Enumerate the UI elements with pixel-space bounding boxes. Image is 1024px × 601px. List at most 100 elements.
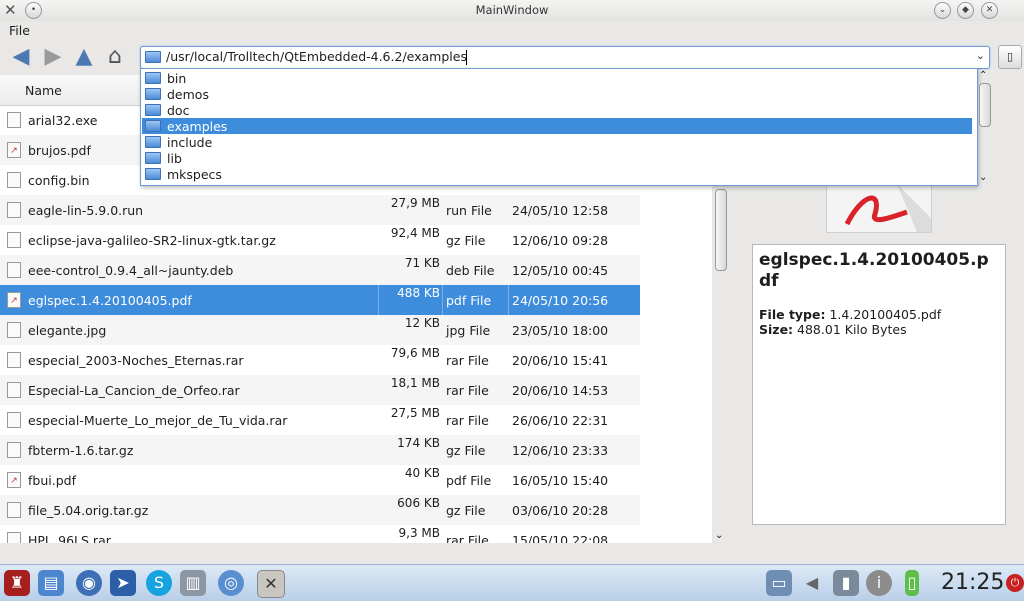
file-date: 24/05/10 12:58	[512, 203, 609, 218]
file-name: file_5.04.orig.tar.gz	[28, 503, 149, 518]
table-row[interactable]: elegante.jpg 12 KB jpg File 23/05/10 18:00	[0, 315, 640, 345]
run-icon	[7, 202, 21, 218]
folder-icon	[145, 136, 161, 148]
pdf-icon	[827, 184, 931, 232]
taskbar: ♜ ▤ ◉ ➤ S ▥ ◎ ✕ ▭ ◀ ▮ i ▯ 21:25 ⏻	[0, 564, 1024, 601]
dropdown-item-label: examples	[167, 119, 228, 134]
dropdown-item-examples[interactable]: examples	[142, 118, 972, 134]
file-type: rar File	[446, 383, 489, 398]
file-type: gz File	[446, 233, 486, 248]
table-row[interactable]: especial-Muerte_Lo_mejor_de_Tu_vida.rar 2…	[0, 405, 640, 435]
file-size: 12 KB	[404, 316, 440, 330]
file-date: 23/05/10 18:00	[512, 323, 609, 338]
table-row[interactable]: Especial-La_Cancion_de_Orfeo.rar 18,1 MB r…	[0, 375, 640, 405]
name-column-header[interactable]: Name	[25, 83, 62, 98]
file-name: eagle-lin-5.9.0.run	[28, 203, 144, 218]
table-row[interactable]: file_5.04.orig.tar.gz 606 KB gz File 03/06/…	[0, 495, 640, 525]
dropdown-scrollbar[interactable]: ⌃ ⌄	[976, 68, 992, 184]
close-button[interactable]: ✕	[981, 2, 998, 19]
expand-tray-icon[interactable]: ◀	[805, 570, 819, 596]
back-arrow-icon[interactable]: ◀	[8, 44, 34, 70]
scroll-down-icon[interactable]: ⌄	[979, 172, 987, 183]
file-name: brujos.pdf	[28, 143, 91, 158]
home-folder-icon[interactable]: ▤	[38, 570, 64, 596]
chevron-down-icon[interactable]: ⌄	[976, 49, 985, 62]
size-label: Size:	[759, 322, 794, 337]
file-size: 27,5 MB	[390, 406, 440, 420]
scrollbar-thumb[interactable]	[715, 189, 727, 271]
scroll-down-icon[interactable]: ⌄	[715, 530, 723, 541]
folder-icon	[145, 88, 161, 100]
menu-file[interactable]: File	[9, 23, 30, 38]
text-cursor	[466, 50, 467, 65]
scroll-up-icon[interactable]: ⌃	[979, 70, 987, 81]
table-row[interactable]: especial_2003-Noches_Eternas.rar 79,6 MB r…	[0, 345, 640, 375]
table-row[interactable]: fbterm-1.6.tar.gz 174 KB gz File 12/06/10 2…	[0, 435, 640, 465]
launcher-icon[interactable]: ♜	[4, 570, 30, 596]
file-name: eclipse-java-galileo-SR2-linux-gtk.tar.g…	[28, 233, 276, 248]
messenger-icon[interactable]: ➤	[110, 570, 136, 596]
file-size: 18,1 MB	[390, 376, 440, 390]
skype-icon[interactable]: S	[146, 570, 172, 596]
dropdown-item-doc[interactable]: doc	[142, 102, 972, 118]
file-date: 24/05/10 20:56	[512, 293, 609, 308]
folder-icon	[145, 120, 161, 132]
rar-icon	[7, 352, 21, 368]
up-arrow-icon[interactable]: ▲	[71, 44, 97, 70]
path-combobox[interactable]: /usr/local/Trolltech/QtEmbedded-4.6.2/ex…	[140, 46, 990, 69]
table-row[interactable]: ↗ eglspec.1.4.20100405.pdf 488 KB pdf File 2…	[0, 285, 640, 315]
file-type: deb File	[446, 263, 495, 278]
menu-bar: File	[0, 21, 1024, 40]
file-type: run File	[446, 203, 492, 218]
table-row[interactable]: HPL_96LS.rar 9,3 MB rar File 15/05/10 22:08	[0, 525, 640, 543]
table-row[interactable]: ↗ fbui.pdf 40 KB pdf File 16/05/10 15:40	[0, 465, 640, 495]
table-row[interactable]: eclipse-java-galileo-SR2-linux-gtk.tar.g…	[0, 225, 640, 255]
drive-icon[interactable]: ▥	[180, 570, 206, 596]
clock: 21:25	[941, 570, 1005, 595]
folder-icon	[145, 104, 161, 116]
battery-icon[interactable]: ▯	[905, 570, 919, 596]
pdf-icon: ↗	[7, 472, 21, 488]
file-date: 20/06/10 14:53	[512, 383, 609, 398]
active-window-icon[interactable]: ✕	[257, 570, 285, 598]
screen-icon[interactable]: ▭	[766, 570, 792, 596]
table-row[interactable]: eee-control_0.9.4_all~jaunty.deb 71 KB deb…	[0, 255, 640, 285]
file-name: especial-Muerte_Lo_mejor_de_Tu_vida.rar	[28, 413, 288, 428]
path-dropdown-list: bin demos doc examples include lib mkspecs	[140, 68, 978, 186]
web-browser-icon[interactable]: ◎	[218, 570, 244, 596]
network-icon[interactable]: ▮	[833, 570, 859, 596]
file-type: gz File	[446, 443, 486, 458]
maximize-button[interactable]: ◆	[957, 2, 974, 19]
power-icon[interactable]: ⏻	[1006, 574, 1024, 592]
dropdown-scroll-thumb[interactable]	[979, 83, 991, 127]
file-type: jpg File	[446, 323, 491, 338]
folder-icon	[145, 72, 161, 84]
file-date: 16/05/10 15:40	[512, 473, 609, 488]
sidebar-toggle-button[interactable]: ▯	[998, 45, 1022, 69]
window-title: MainWindow	[475, 3, 549, 17]
file-date: 15/05/10 22:08	[512, 533, 609, 543]
dropdown-item-lib[interactable]: lib	[142, 150, 972, 166]
file-date: 12/06/10 09:28	[512, 233, 609, 248]
dropdown-item-demos[interactable]: demos	[142, 86, 972, 102]
forward-arrow-icon[interactable]: ▶	[40, 44, 66, 70]
dropdown-item-include[interactable]: include	[142, 134, 972, 150]
minimize-button[interactable]: ⌄	[934, 2, 951, 19]
file-name: eee-control_0.9.4_all~jaunty.deb	[28, 263, 234, 278]
info-icon[interactable]: i	[866, 570, 892, 596]
file-size: 92,4 MB	[390, 226, 440, 240]
path-input[interactable]: /usr/local/Trolltech/QtEmbedded-4.6.2/ex…	[166, 49, 467, 64]
file-name: eglspec.1.4.20100405.pdf	[28, 293, 192, 308]
dropdown-item-mkspecs[interactable]: mkspecs	[142, 166, 972, 182]
file-date: 26/06/10 22:31	[512, 413, 609, 428]
archive-icon	[7, 442, 21, 458]
dropdown-item-label: mkspecs	[167, 167, 222, 182]
table-row[interactable]: eagle-lin-5.9.0.run 27,9 MB run File 24/05/…	[0, 195, 640, 225]
home-icon[interactable]: ⌂	[102, 44, 128, 70]
file-date: 20/06/10 15:41	[512, 353, 609, 368]
file-size: 40 KB	[404, 466, 440, 480]
dropdown-item-label: doc	[167, 103, 190, 118]
list-scrollbar[interactable]: ⌄	[712, 183, 730, 543]
dropdown-item-bin[interactable]: bin	[142, 70, 972, 86]
browser-icon[interactable]: ◉	[76, 570, 102, 596]
